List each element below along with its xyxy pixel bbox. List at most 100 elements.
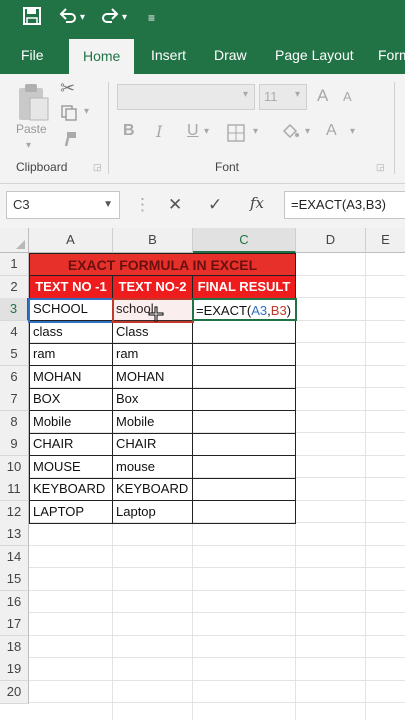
row-header-9[interactable]: 9 <box>0 433 29 456</box>
cell-a6[interactable]: MOHAN <box>29 365 113 389</box>
underline-button[interactable]: U <box>187 122 199 140</box>
redo-icon[interactable] <box>100 6 120 33</box>
formula-input[interactable]: =EXACT(A3,B3) <box>284 191 405 219</box>
font-launcher-icon[interactable]: ◲ <box>376 162 385 173</box>
format-painter-icon[interactable] <box>60 130 78 153</box>
fill-color-dropdown-icon[interactable]: ▾ <box>305 126 310 137</box>
row-header-17[interactable]: 17 <box>0 613 29 636</box>
tab-insert[interactable]: Insert <box>151 37 186 74</box>
increase-font-size-icon[interactable]: A <box>317 86 328 106</box>
cell-c5[interactable] <box>193 343 296 366</box>
undo-icon[interactable] <box>58 6 78 33</box>
cell-a11[interactable]: KEYBOARD <box>29 478 113 501</box>
row-header-19[interactable]: 19 <box>0 658 29 681</box>
row-header-16[interactable]: 16 <box>0 590 29 614</box>
paste-dropdown-icon[interactable]: ▾ <box>26 140 31 151</box>
cell-a10[interactable]: MOUSE <box>29 455 113 479</box>
font-color-dropdown-icon[interactable]: ▾ <box>350 126 355 137</box>
title-cell[interactable]: EXACT FORMULA IN EXCEL <box>29 253 296 276</box>
italic-button[interactable]: I <box>156 122 162 141</box>
active-cell-c3[interactable]: =EXACT(A3,B3) <box>192 298 297 321</box>
tab-page-layout[interactable]: Page Layout <box>275 37 354 74</box>
cancel-icon[interactable]: ✕ <box>168 194 182 216</box>
gridline <box>29 702 405 703</box>
cell-a12[interactable]: LAPTOP <box>29 500 113 524</box>
row-header-3[interactable]: 3 <box>0 298 29 321</box>
paste-label[interactable]: Paste <box>16 122 47 136</box>
row-header-11[interactable]: 11 <box>0 478 29 501</box>
row-header-2[interactable]: 2 <box>0 275 29 299</box>
cell-b8[interactable]: Mobile <box>113 410 193 434</box>
save-icon[interactable] <box>22 6 42 33</box>
column-header-c[interactable]: C <box>193 228 296 253</box>
font-name-box[interactable] <box>117 84 255 110</box>
cell-a5[interactable]: ram <box>29 343 113 366</box>
enter-icon[interactable]: ✓ <box>208 194 222 216</box>
header-cell-b[interactable]: TEXT NO-2 <box>113 276 193 299</box>
fill-color-icon[interactable] <box>280 122 300 147</box>
row-header-18[interactable]: 18 <box>0 635 29 659</box>
font-size-dropdown-icon[interactable]: ▾ <box>295 89 300 100</box>
tab-home[interactable]: Home <box>69 39 135 74</box>
gridline <box>29 634 405 636</box>
cell-a7[interactable]: BOX <box>29 388 113 411</box>
cell-a8[interactable]: Mobile <box>29 410 113 434</box>
font-name-dropdown-icon[interactable]: ▾ <box>243 89 248 100</box>
copy-icon[interactable] <box>60 104 78 127</box>
cell-b11[interactable]: KEYBOARD <box>113 478 193 501</box>
cell-c7[interactable] <box>193 388 296 411</box>
cell-c4[interactable] <box>193 320 296 344</box>
row-header-1[interactable]: 1 <box>0 253 29 276</box>
font-color-icon[interactable]: A <box>326 122 337 140</box>
cell-c9[interactable] <box>193 433 296 456</box>
column-header-e[interactable]: E <box>366 228 405 253</box>
cell-b9[interactable]: CHAIR <box>113 433 193 456</box>
row-header-8[interactable]: 8 <box>0 410 29 434</box>
borders-icon[interactable] <box>227 124 245 147</box>
cell-c10[interactable] <box>193 455 296 479</box>
row-header-20[interactable]: 20 <box>0 680 29 704</box>
cell-a9[interactable]: CHAIR <box>29 433 113 456</box>
row-header-4[interactable]: 4 <box>0 320 29 344</box>
column-header-d[interactable]: D <box>296 228 366 253</box>
name-box-dropdown-icon[interactable]: ▼ <box>103 192 113 218</box>
header-cell-c[interactable]: FINAL RESULT <box>193 276 296 299</box>
row-header-13[interactable]: 13 <box>0 523 29 546</box>
column-header-a[interactable]: A <box>29 228 113 253</box>
redo-dropdown-icon[interactable]: ▾ <box>122 6 127 30</box>
row-header-10[interactable]: 10 <box>0 455 29 479</box>
tab-draw[interactable]: Draw <box>214 37 247 74</box>
row-header-15[interactable]: 15 <box>0 568 29 591</box>
underline-dropdown-icon[interactable]: ▾ <box>204 126 209 137</box>
select-all-corner[interactable] <box>0 228 29 253</box>
undo-dropdown-icon[interactable]: ▾ <box>80 6 85 30</box>
cut-icon[interactable]: ✂ <box>60 78 75 99</box>
tab-file[interactable]: File <box>21 37 44 74</box>
bold-button[interactable]: B <box>123 122 135 140</box>
cell-c12[interactable] <box>193 500 296 524</box>
cell-c6[interactable] <box>193 365 296 389</box>
cell-b6[interactable]: MOHAN <box>113 365 193 389</box>
row-header-14[interactable]: 14 <box>0 545 29 569</box>
cell-c8[interactable] <box>193 410 296 434</box>
row-header-12[interactable]: 12 <box>0 500 29 524</box>
column-header-b[interactable]: B <box>113 228 193 253</box>
insert-function-icon[interactable]: fx <box>250 194 264 212</box>
borders-dropdown-icon[interactable]: ▾ <box>253 126 258 137</box>
tab-formulas[interactable]: Form <box>378 37 405 74</box>
row-header-6[interactable]: 6 <box>0 365 29 389</box>
clipboard-launcher-icon[interactable]: ◲ <box>93 162 102 173</box>
row-header-7[interactable]: 7 <box>0 388 29 411</box>
cell-b5[interactable]: ram <box>113 343 193 366</box>
cell-c11[interactable] <box>193 478 296 501</box>
name-box[interactable]: C3 ▼ <box>6 191 120 219</box>
copy-dropdown-icon[interactable]: ▾ <box>84 106 89 117</box>
header-cell-a[interactable]: TEXT NO -1 <box>29 276 113 299</box>
cell-b10[interactable]: mouse <box>113 455 193 479</box>
cell-b7[interactable]: Box <box>113 388 193 411</box>
cell-b12[interactable]: Laptop <box>113 500 193 524</box>
customize-icon[interactable]: ≡ <box>148 6 155 30</box>
row-header-5[interactable]: 5 <box>0 343 29 366</box>
decrease-font-size-icon[interactable]: A <box>343 89 352 104</box>
cell-a4[interactable]: class <box>29 320 113 344</box>
